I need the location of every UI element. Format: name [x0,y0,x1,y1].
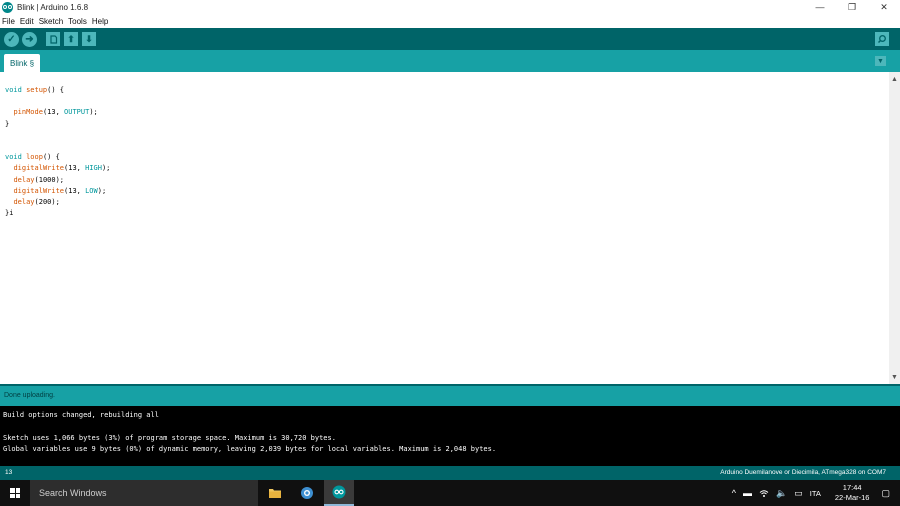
clock-date: 22-Mar-16 [834,493,870,502]
folder-icon [269,489,281,498]
code-line: void setup() { [5,86,65,94]
taskbar-arduino[interactable] [324,480,354,506]
editor-scrollbar[interactable]: ▲ ▼ [889,72,900,384]
triangle-down-icon: ▼ [877,57,884,65]
start-button[interactable] [0,480,30,506]
speaker-icon[interactable]: 🔈 [776,488,787,499]
tab-blink[interactable]: Blink § [4,54,41,72]
windows-logo-icon [10,488,20,498]
menu-help[interactable]: Help [92,17,108,26]
tab-menu-button[interactable]: ▼ [875,56,886,66]
code-editor[interactable]: void setup() { pinMode(13, OUTPUT);} void… [0,72,889,384]
verify-button[interactable]: ✓ [4,31,19,47]
check-icon: ✓ [7,33,16,45]
code-line: digitalWrite(13, LOW); [13,186,107,195]
new-file-icon [49,34,57,44]
battery-icon[interactable]: ▬ [743,488,752,498]
browser-icon [301,487,313,499]
wifi-icon[interactable] [759,489,769,498]
scroll-down-icon[interactable]: ▼ [889,372,900,382]
arduino-logo-icon [2,1,13,13]
chat-icon[interactable]: ▭ [794,488,803,499]
menu-edit[interactable]: Edit [20,17,34,26]
taskbar-browser[interactable] [292,480,322,506]
taskbar-search[interactable]: Search Windows [30,480,258,506]
arduino-icon [332,485,346,499]
code-line: delay(1000); [13,175,65,184]
arrow-down-icon: ⬇ [85,33,93,44]
status-message: Done uploading. [4,392,55,399]
clock[interactable]: 17:44 22-Mar-16 [835,483,870,503]
code-line: void loop() { [5,153,60,162]
console-line: Build options changed, rebuilding all [3,411,159,419]
menu-bar: File Edit Sketch Tools Help [0,14,900,28]
code-line: pinMode(13, OUTPUT); [13,108,98,117]
new-sketch-button[interactable] [46,32,60,46]
menu-file[interactable]: File [2,17,15,26]
chevron-up-icon[interactable]: ^ [732,488,736,498]
line-number: 13 [5,469,13,476]
window-controls: — ❐ ✕ [804,0,900,14]
scroll-up-icon[interactable]: ▲ [889,74,900,84]
title-bar: Blink | Arduino 1.6.8 — ❐ ✕ [0,0,900,14]
upload-button[interactable]: ➜ [22,31,37,47]
close-button[interactable]: ✕ [868,0,900,14]
arrow-right-icon: ➜ [25,33,34,45]
windows-taskbar: Search Windows ^ ▬ 🔈 ▭ ITA 17:44 22-Mar-… [0,480,900,506]
code-line: delay(200); [13,197,60,206]
console-output[interactable]: Build options changed, rebuilding all Sk… [0,406,900,466]
menu-tools[interactable]: Tools [68,17,87,26]
status-bar: Done uploading. [0,384,900,406]
board-info: Arduino Duemilanove or Diecimila, ATmega… [720,469,886,476]
system-tray: ^ ▬ 🔈 ▭ ITA 17:44 22-Mar-16 ▢ [732,480,900,506]
console-line: Global variables use 9 bytes (0%) of dyn… [3,444,497,453]
tab-bar: Blink § ▼ [0,50,900,72]
minimize-button[interactable]: — [804,0,836,14]
code-line: } [5,119,10,128]
footer-bar: 13 Arduino Duemilanove or Diecimila, ATm… [0,466,900,480]
menu-sketch[interactable]: Sketch [39,17,63,26]
code-line: digitalWrite(13, HIGH); [13,164,111,173]
code-area[interactable]: void setup() { pinMode(13, OUTPUT);} void… [5,85,110,219]
console-line: Sketch uses 1,066 bytes (3%) of program … [3,433,336,442]
code-line: }i [5,209,14,218]
window-title: Blink | Arduino 1.6.8 [17,2,89,12]
clock-time: 17:44 [842,483,862,492]
serial-monitor-button[interactable] [875,32,889,46]
toolbar: ✓ ➜ ⬆ ⬇ [0,28,900,50]
language-indicator[interactable]: ITA [810,489,821,498]
notifications-icon[interactable]: ▢ [881,488,890,499]
open-sketch-button[interactable]: ⬆ [64,32,78,46]
maximize-button[interactable]: ❐ [836,0,868,14]
taskbar-file-explorer[interactable] [260,480,290,506]
magnifier-icon [877,35,886,44]
save-sketch-button[interactable]: ⬇ [82,32,96,46]
arrow-up-icon: ⬆ [67,33,75,44]
